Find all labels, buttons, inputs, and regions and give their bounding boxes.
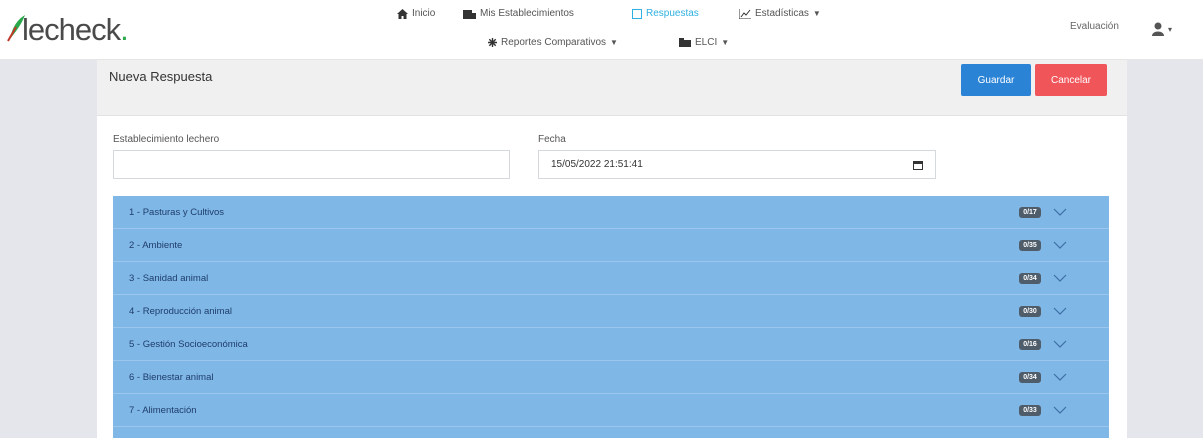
nav-item-label: ELCI xyxy=(695,37,718,48)
progress-badge: 0/34 xyxy=(1019,371,1041,383)
section-label: 3 - Sanidad animal xyxy=(129,272,209,284)
elci-icon xyxy=(679,38,691,47)
nav-item-label: Inicio xyxy=(412,8,436,19)
chevron-down-icon[interactable] xyxy=(1053,405,1067,415)
progress-badge: 0/30 xyxy=(1019,305,1041,317)
section-label: 7 - Alimentación xyxy=(129,404,197,416)
nav-item-label: Estadísticas xyxy=(755,8,809,19)
stats-icon xyxy=(739,8,751,19)
section-row[interactable]: 3 - Sanidad animal 0/34 xyxy=(113,262,1109,295)
nav-item-inicio[interactable]: Inicio xyxy=(397,8,435,19)
establishment-field[interactable] xyxy=(113,150,510,179)
evaluacion-link[interactable]: Evaluación xyxy=(1070,21,1119,32)
progress-badge: 0/34 xyxy=(1019,272,1041,284)
section-label: 1 - Pasturas y Cultivos xyxy=(129,206,225,218)
chevron-down-icon: ▼ xyxy=(721,38,730,47)
section-row[interactable]: 6 - Bienestar animal 0/34 xyxy=(113,361,1109,394)
nav-item-label: Reportes Comparativos xyxy=(501,37,607,48)
card-header: Nueva Respuesta Guardar Cancelar xyxy=(97,60,1127,116)
asterisk-icon xyxy=(488,38,497,47)
chevron-down-icon[interactable] xyxy=(1053,306,1067,316)
date-field[interactable]: 15/05/2022 21:51:41 xyxy=(538,150,936,179)
nav-item-label: Respuestas xyxy=(646,8,699,19)
date-value: 15/05/2022 21:51:41 xyxy=(551,159,643,170)
home-icon xyxy=(397,8,408,19)
section-row[interactable]: 5 - Gestión Socioeconómica 0/16 xyxy=(113,328,1109,361)
nav-item-label: Mis Establecimientos xyxy=(480,8,574,19)
progress-badge: 0/17 xyxy=(1019,206,1041,218)
nav-item-reportes-comparativos[interactable]: Reportes Comparativos ▼ xyxy=(488,37,618,48)
section-label: 2 - Ambiente xyxy=(129,239,183,251)
top-navbar: lecheck. Inicio Mis Establecimientos Res… xyxy=(0,0,1203,60)
section-row[interactable]: 7 - Alimentación 0/33 xyxy=(113,394,1109,427)
nav-item-estadisticas[interactable]: Estadísticas ▼ xyxy=(739,8,821,19)
cancel-button[interactable]: Cancelar xyxy=(1035,64,1107,96)
brand-accent: . xyxy=(120,12,129,47)
save-button[interactable]: Guardar xyxy=(961,64,1031,96)
chevron-down-icon: ▼ xyxy=(812,9,821,18)
section-label: 4 - Reproducción animal xyxy=(129,305,232,317)
page-title: Nueva Respuesta xyxy=(109,69,213,84)
section-row[interactable]: 4 - Reproducción animal 0/30 xyxy=(113,295,1109,328)
chevron-down-icon[interactable] xyxy=(1053,372,1067,382)
sections-accordion: 1 - Pasturas y Cultivos 0/17 2 - Ambient… xyxy=(113,196,1109,438)
leaf-logo-icon xyxy=(7,15,25,42)
progress-badge: 0/33 xyxy=(1019,404,1041,416)
date-label: Fecha xyxy=(538,134,566,145)
chevron-down-icon[interactable] xyxy=(1053,339,1067,349)
response-form-card: Nueva Respuesta Guardar Cancelar Estable… xyxy=(97,60,1127,438)
section-label: 5 - Gestión Socioeconómica xyxy=(129,338,248,350)
farm-icon xyxy=(463,9,476,19)
checkbox-icon xyxy=(632,8,642,19)
chevron-down-icon[interactable] xyxy=(1053,273,1067,283)
nav-item-mis-establecimientos[interactable]: Mis Establecimientos xyxy=(463,8,574,19)
establishment-label: Establecimiento lechero xyxy=(113,134,220,145)
chevron-down-icon: ▾ xyxy=(1168,24,1173,34)
user-icon xyxy=(1152,22,1164,36)
brand-logo[interactable]: lecheck. xyxy=(7,12,129,48)
section-row[interactable]: 2 - Ambiente 0/35 xyxy=(113,229,1109,262)
section-row[interactable]: 1 - Pasturas y Cultivos 0/17 xyxy=(113,196,1109,229)
chevron-down-icon[interactable] xyxy=(1053,207,1067,217)
nav-item-respuestas[interactable]: Respuestas xyxy=(632,8,699,19)
user-menu[interactable]: ▾ xyxy=(1152,20,1176,38)
section-label: 6 - Bienestar animal xyxy=(129,371,214,383)
progress-badge: 0/35 xyxy=(1019,239,1041,251)
chevron-down-icon[interactable] xyxy=(1053,240,1067,250)
brand-name: lecheck xyxy=(22,12,121,47)
calendar-icon[interactable] xyxy=(913,160,923,170)
nav-item-elci[interactable]: ELCI ▼ xyxy=(679,37,729,48)
chevron-down-icon: ▼ xyxy=(610,38,618,47)
progress-badge: 0/16 xyxy=(1019,338,1041,350)
